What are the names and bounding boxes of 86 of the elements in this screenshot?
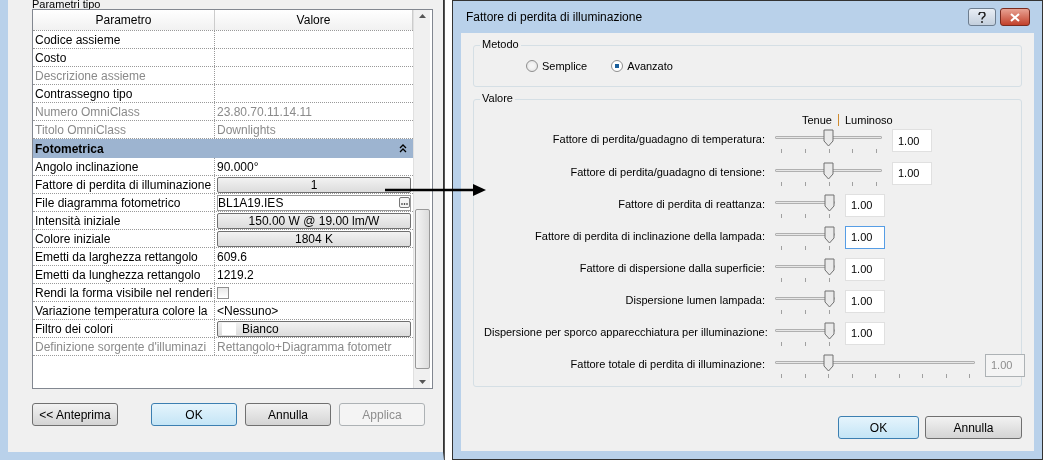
value-field[interactable]: 1.00 xyxy=(892,161,932,185)
value-field[interactable]: 1.00 xyxy=(845,193,885,217)
parameter-name: Angolo inclinazione xyxy=(33,158,215,175)
parameter-name: Costo xyxy=(33,49,215,66)
scroll-thumb[interactable] xyxy=(414,209,430,369)
slider-label: Fattore di perdita di reattanza: xyxy=(617,196,765,210)
parameter-name: Definizione sorgente d'illuminazi xyxy=(33,338,215,355)
column-header[interactable]: Parametro xyxy=(33,10,215,30)
group-label: Metodo xyxy=(480,38,521,50)
value-text: Rettangolo+Diagramma fotometr xyxy=(217,339,392,354)
dialog-button[interactable]: OK xyxy=(838,416,919,439)
slider-thumb[interactable] xyxy=(823,225,835,244)
value-text: 609.6 xyxy=(217,249,248,264)
slider[interactable] xyxy=(775,289,835,314)
slider-label: Fattore di perdita di inclinazione della lampada: xyxy=(534,228,765,242)
radio-option[interactable]: Avanzato xyxy=(611,60,673,72)
slider[interactable] xyxy=(775,354,975,378)
slider-thumb[interactable] xyxy=(823,257,835,276)
parameter-name: Filtro dei colori xyxy=(33,320,215,337)
parameter-name: Rendi la forma visibile nel renderi xyxy=(33,284,215,301)
parameter-name: Numero OmniClass xyxy=(33,103,215,120)
color-button[interactable]: Bianco xyxy=(217,320,411,337)
value-field[interactable]: 1.00 xyxy=(892,129,932,153)
slider[interactable] xyxy=(775,161,882,186)
slider-thumb[interactable] xyxy=(823,161,834,180)
scale-label: Luminoso xyxy=(845,113,893,126)
slider-thumb[interactable] xyxy=(823,321,835,340)
parameter-name: Titolo OmniClass xyxy=(33,121,215,138)
value-text: <Nessuno> xyxy=(217,303,279,318)
radio-option[interactable]: Semplice xyxy=(526,60,588,72)
scale-label: Tenue xyxy=(802,113,832,126)
close-icon xyxy=(1010,12,1020,22)
slider-thumb[interactable] xyxy=(823,129,834,148)
parameter-name: Descrizione assieme xyxy=(33,67,215,84)
slider[interactable] xyxy=(775,321,835,346)
slider-label: Fattore totale di perdita di illuminazione: xyxy=(569,357,765,370)
slider-label: Fattore di dispersione dalla superficie: xyxy=(578,260,765,274)
group-label: Parametri tipo xyxy=(32,0,102,9)
parameter-name: Contrassegno tipo xyxy=(33,85,215,102)
file-field[interactable]: BL1A19.IES xyxy=(217,194,411,211)
column-header[interactable]: Valore xyxy=(215,10,413,30)
scrollbar[interactable] xyxy=(413,10,430,388)
parameter-name: Emetti da larghezza rettangolo xyxy=(33,248,215,265)
value-field[interactable]: 1.00 xyxy=(845,225,885,249)
slider[interactable] xyxy=(775,193,835,218)
checkbox[interactable] xyxy=(217,286,229,299)
slider-label: Fattore di perdita/guadagno di tensione: xyxy=(569,164,765,178)
slider-label: Dispersione lumen lampada: xyxy=(624,292,765,306)
dialog-button[interactable]: OK xyxy=(151,403,237,426)
value-text: 90.000° xyxy=(217,159,259,174)
parameter-name: Colore iniziale xyxy=(33,230,215,247)
value-text: 23.80.70.11.14.11 xyxy=(217,104,312,119)
scroll-up-icon[interactable] xyxy=(418,14,426,18)
slider[interactable] xyxy=(775,257,835,282)
value-field[interactable]: 1.00 xyxy=(845,257,885,281)
scroll-down-icon[interactable] xyxy=(418,380,426,384)
value-button[interactable]: 150.00 W @ 19.00 lm/W xyxy=(217,212,411,229)
close-button[interactable] xyxy=(1000,8,1030,26)
slider-thumb[interactable] xyxy=(823,193,835,212)
slider-label: Fattore di perdita/guadagno di temperatura: xyxy=(551,132,765,146)
parameter-name: Codice assieme xyxy=(33,31,215,48)
value-text: Downlights xyxy=(217,122,276,137)
group-label: Valore xyxy=(480,92,515,104)
browse-icon[interactable] xyxy=(399,197,410,208)
slider-thumb[interactable] xyxy=(823,289,835,308)
parameter-name: Variazione temperatura colore la xyxy=(33,302,215,319)
help-button[interactable] xyxy=(968,8,996,26)
dialog-button[interactable]: Annulla xyxy=(245,403,331,426)
value-button[interactable]: 1 xyxy=(217,176,411,193)
dialog-button[interactable]: << Anteprima xyxy=(32,403,118,426)
parameter-name: Fattore di perdita di illuminazione xyxy=(33,176,215,193)
value-field[interactable]: 1.00 xyxy=(845,289,885,313)
slider[interactable] xyxy=(775,129,882,154)
value-field[interactable]: 1.00 xyxy=(845,321,885,345)
help-icon xyxy=(978,11,986,23)
slider[interactable] xyxy=(775,225,835,250)
dialog-button[interactable]: Annulla xyxy=(925,416,1022,439)
value-button[interactable]: 1804 K xyxy=(217,230,411,247)
parameter-name: Intensità iniziale xyxy=(33,212,215,229)
collapse-icon[interactable] xyxy=(399,144,407,153)
value-text: 1219.2 xyxy=(217,267,254,282)
parameter-name: File diagramma fotometrico xyxy=(33,194,215,211)
parameter-name: Emetti da lunghezza rettangolo xyxy=(33,266,215,283)
group-header[interactable]: Fotometrica xyxy=(33,139,413,158)
window-title: Fattore di perdita di illuminazione xyxy=(466,10,643,24)
slider-label: Dispersione per sporco apparecchiatura per illuminazione: xyxy=(484,324,765,338)
